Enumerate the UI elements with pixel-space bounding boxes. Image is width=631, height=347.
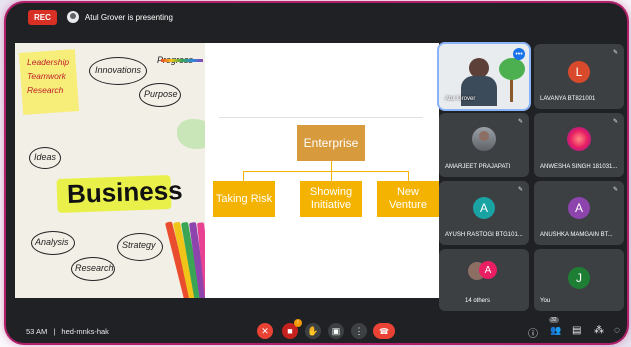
others-count: 14 others [465,298,491,304]
meeting-time: 53 AM [26,327,48,336]
participant-name: ANUSHKA MAMGAIN BT... [540,232,613,238]
participant-tile-anushka[interactable]: ✎ A ANUSHKA MAMGAIN BT... [534,181,624,245]
new-venture-box: New Venture [377,181,439,217]
photo-word-innovations: Innovations [95,65,142,75]
meet-window: REC Atul Grover is presenting Leadership… [6,3,627,343]
more-options-icon[interactable]: ••• [513,48,525,60]
warning-badge: ! [294,319,302,327]
paper-clips [161,59,203,62]
more-vert-icon: ⋮ [354,325,364,336]
leave-call-button[interactable]: ☎ [373,323,395,339]
bottom-control-bar: 53 AM | hed-mnks-hak ✕ ■ ! ✋ ▣ ⋮ ☎ ⓘ 👥 3… [6,317,627,343]
mic-off-icon: ✎ [517,187,523,193]
connector-right [408,171,409,181]
meeting-separator: | [53,327,56,336]
tree-drawing [499,58,525,104]
avatar [472,127,496,151]
enterprise-box: Enterprise [297,125,365,161]
meeting-info: 53 AM | hed-mnks-hak [26,327,109,336]
camera-off-icon: ■ [287,326,293,336]
photo-word-research: Research [75,263,114,273]
mic-off-icon: ✎ [517,119,523,125]
slide-rule [219,117,423,118]
connector-middle [331,171,332,181]
lock-icon[interactable]: ◌ [614,325,620,336]
participant-tile-you[interactable]: J You [534,249,624,311]
participant-tile-amarjeet[interactable]: ✎ AMARJEET PRAJAPATI [439,113,529,177]
presenting-text: Atul Grover is presenting [84,12,173,22]
presenter-banner: Atul Grover is presenting [66,11,173,23]
participant-tile-ayush[interactable]: ✎ A AYUSH RASTOGI BTG101... [439,181,529,245]
presenter-avatar [66,11,79,23]
raise-hand-button[interactable]: ✋ [305,323,321,339]
showing-initiative-box: Showing Initiative [300,181,362,217]
phone-hangup-icon: ☎ [379,326,389,336]
meeting-code: hed-mnks-hak [61,327,109,336]
participant-name: You [540,298,551,304]
participant-name: Atul Grover [445,96,476,102]
avatar [567,127,591,151]
photo-word-ideas: Ideas [34,152,57,162]
camera-toggle-button[interactable]: ■ ! [282,319,302,339]
mic-off-icon: ✎ [612,187,618,193]
presentation-stage[interactable]: Leadership Teamwork Research Innovations… [15,43,439,298]
recording-badge: REC [28,9,57,25]
photo-word-strategy: Strategy [122,240,156,250]
photo-word-purpose: Purpose [144,89,178,99]
participant-tile-self[interactable]: ••• Atul Grover [439,44,529,109]
activities-icon[interactable]: ⁂ [594,325,604,336]
mic-off-icon: ✕ [261,325,269,336]
people-button[interactable]: 👥 32 [549,317,562,336]
connector-bar [243,171,409,172]
others-initial-avatar: A [479,261,497,279]
top-bar: REC Atul Grover is presenting [6,3,627,31]
people-count: 32 [549,317,559,323]
enterprise-slide: Enterprise Taking Risk Showing Initiativ… [205,43,439,298]
participant-name: ANWESHA SINGH 181031... [540,164,618,170]
photo-word-analysis: Analysis [35,237,69,247]
avatar: A [473,197,495,219]
person-head [469,58,489,78]
business-image: Leadership Teamwork Research Innovations… [15,43,205,298]
avatar: L [568,61,590,83]
participant-name: AYUSH RASTOGI BTG101... [445,232,523,238]
connector-stem [331,161,332,171]
mic-toggle-button[interactable]: ✕ [257,323,273,339]
avatar: J [568,267,590,289]
people-icon: 👥 [550,325,562,335]
mic-off-icon: ✎ [612,50,618,56]
photo-word-research-top: Research [27,85,64,95]
taking-risk-box: Taking Risk [213,181,275,217]
crumpled-paper [177,119,205,149]
mic-off-icon: ✎ [612,119,618,125]
hand-icon: ✋ [307,325,319,336]
participant-tile-lavanya[interactable]: ✎ L LAVANYA BT821001 [534,44,624,109]
chat-icon[interactable]: ▤ [572,325,581,336]
participant-tile-anwesha[interactable]: ✎ ANWESHA SINGH 181031... [534,113,624,177]
photo-word-teamwork: Teamwork [27,71,66,81]
avatar: A [568,197,590,219]
present-button[interactable]: ▣ [328,323,344,339]
participant-name: LAVANYA BT821001 [540,96,596,102]
participant-tile-others[interactable]: A 14 others [439,249,529,311]
present-icon: ▣ [331,325,341,336]
photo-word-leadership: Leadership [27,57,70,67]
connector-left [243,171,244,181]
participant-name: AMARJEET PRAJAPATI [445,164,511,170]
info-icon[interactable]: ⓘ [528,325,538,340]
photo-word-business: Business [66,174,184,210]
more-options-button[interactable]: ⋮ [351,323,367,339]
